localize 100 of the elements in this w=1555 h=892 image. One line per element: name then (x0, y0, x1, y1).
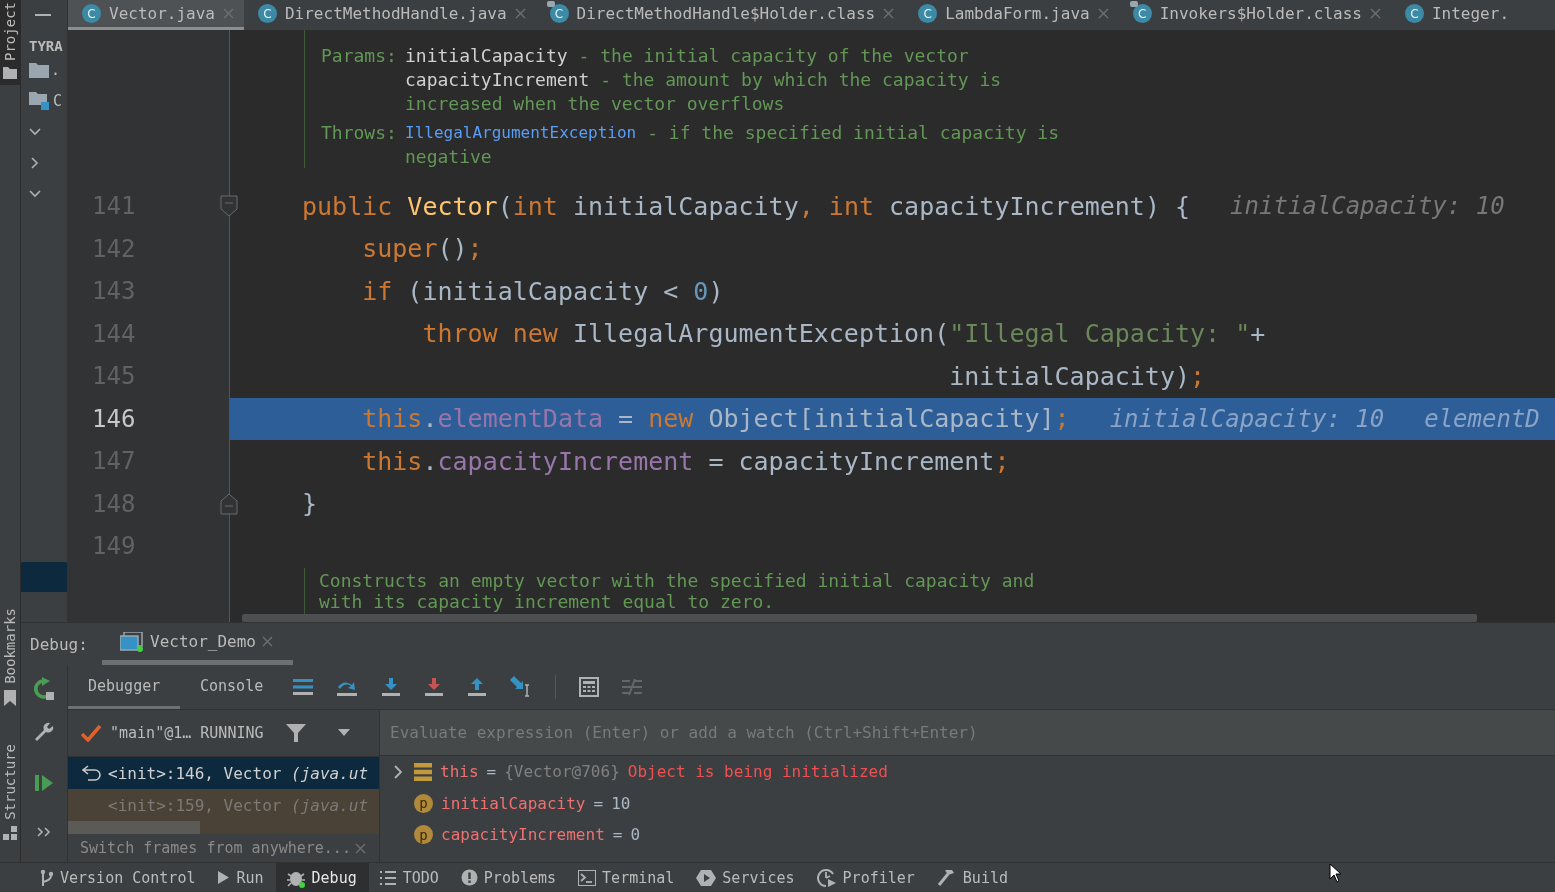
step-into-icon[interactable] (381, 677, 402, 697)
exception-link[interactable]: IllegalArgumentException (405, 121, 637, 145)
doc-tag: Throws: (321, 121, 405, 169)
code-line: this.capacityIncrement = capacityIncrement; (361, 446, 1010, 476)
tool-window-button[interactable]: Run (207, 863, 276, 892)
code-line: throw new IllegalArgumentException("Illegal Capacity: "+ (421, 319, 1266, 349)
scrollbar[interactable] (242, 614, 1477, 622)
variable-name: this (440, 762, 479, 782)
doc-text: with its capacity increment equal to zero. (319, 590, 775, 612)
tree-selection (21, 562, 67, 592)
tree-item[interactable]: . (51, 60, 61, 79)
hammer-icon (936, 868, 957, 887)
param-name: initialCapacity (405, 44, 568, 68)
code-line: } (302, 489, 318, 519)
structure-icon (3, 826, 17, 840)
run-icon (217, 870, 231, 885)
class-icon: C (1132, 4, 1152, 23)
editor-tab[interactable]: C DirectMethodHandle.java (243, 0, 536, 30)
param-name: capacityIncrement (405, 68, 590, 92)
editor-tab[interactable]: C Invokers$Holder.class (1118, 0, 1391, 30)
tool-window-tab[interactable]: Structure (0, 742, 20, 846)
project-name[interactable]: TYRA (21, 30, 67, 54)
resume-icon[interactable] (34, 773, 54, 793)
doc-text: - the initial capacity of the vector (578, 44, 969, 68)
folder-icon (3, 67, 17, 79)
inline-value-hint: elementD (1424, 404, 1540, 433)
doc-text: increased when the vector overflows (405, 92, 786, 116)
editor-tab[interactable]: C LambdaForm.java (904, 0, 1119, 30)
parameter-icon: p (414, 793, 433, 813)
scrollbar[interactable] (68, 821, 200, 834)
variable-note: Object is being initialized (627, 762, 888, 782)
rerun-icon[interactable] (32, 677, 56, 701)
variable-value: 0 (630, 825, 641, 845)
warning-icon (460, 869, 478, 886)
code-line: if (initialCapacity < 0) (361, 276, 724, 306)
tool-window-button[interactable]: Terminal (568, 863, 687, 892)
variable-value: {Vector@706} (504, 762, 620, 782)
inline-value-hint: initialCapacity: 10 (1109, 404, 1385, 433)
stack-frame[interactable]: <init>:146, Vector (java.ut (68, 757, 379, 789)
code-line: public Vector(int initialCapacity, int capacityIncrement) { (302, 191, 1191, 221)
object-icon (414, 762, 432, 781)
tool-window-button[interactable]: TODO (368, 863, 451, 892)
class-icon: C (918, 4, 938, 23)
more-icon[interactable] (37, 827, 51, 837)
tool-window-button[interactable]: Services (686, 863, 807, 892)
frames-menu-icon[interactable] (293, 678, 314, 696)
step-out-icon[interactable] (467, 677, 488, 697)
tool-window-button[interactable]: Profiler (806, 863, 927, 892)
check-icon (80, 724, 102, 742)
line-number: 146 (91, 403, 136, 435)
class-icon: C (1404, 4, 1424, 23)
tool-window-button[interactable]: Build (926, 863, 1020, 892)
variable-name: initialCapacity (441, 793, 586, 813)
doc-text: negative (405, 145, 493, 169)
tree-item[interactable]: C (53, 91, 63, 110)
filter-icon[interactable] (285, 723, 306, 743)
chevron-down-icon[interactable] (29, 187, 41, 200)
terminal-icon (578, 869, 597, 886)
calculator-icon[interactable] (579, 677, 600, 697)
editor-tab[interactable]: C DirectMethodHandle$Holder.class (535, 0, 905, 30)
panel-tab[interactable]: Console (180, 665, 284, 709)
chevron-down-icon[interactable] (29, 125, 41, 138)
force-step-into-icon[interactable] (424, 677, 445, 697)
variable-name: capacityIncrement (441, 825, 605, 845)
editor-tab[interactable]: C Integer. (1390, 0, 1519, 30)
mouse-cursor-icon (1329, 863, 1342, 883)
editor-tab[interactable]: C Vector.java (68, 0, 244, 30)
doc-text: Constructs an empty vector with the specified initial capacity and (319, 569, 1035, 591)
doc-text: - the amount by which the capacity is (600, 68, 1002, 92)
services-icon (696, 868, 717, 887)
branch-icon (40, 868, 54, 887)
session-tab[interactable]: Vector_Demo (102, 623, 293, 665)
module-icon (29, 90, 51, 111)
wrench-icon[interactable] (33, 721, 55, 743)
list-icon (378, 869, 397, 886)
code-line: initialCapacity); (948, 361, 1206, 391)
thread-selector[interactable]: "main"@1… RUNNING (110, 724, 264, 742)
code-line: super(); (361, 234, 483, 264)
panel-title: Debug: (29, 634, 89, 654)
tool-window-button[interactable]: Problems (450, 863, 569, 892)
doc-tag: Params: (321, 44, 405, 116)
folder-icon (29, 61, 49, 78)
window-icon (120, 631, 144, 652)
panel-tab[interactable]: Debugger (68, 665, 180, 709)
chevron-right-icon[interactable] (392, 764, 404, 779)
minimize-icon[interactable] (35, 13, 51, 17)
class-icon: C (549, 4, 569, 23)
tool-window-tab[interactable]: Project (0, 0, 20, 85)
tool-window-button[interactable]: Version Control (30, 863, 208, 892)
doc-text: - if the specified initial capacity is (647, 121, 1059, 145)
tool-window-button[interactable]: Debug (275, 863, 369, 892)
tool-window-tab[interactable]: Bookmarks (0, 606, 20, 713)
return-arrow-icon (82, 765, 102, 781)
frames-hint: Switch frames from anywhere... (80, 839, 351, 857)
inline-value-hint: initialCapacity: 10 (1230, 192, 1505, 221)
chevron-right-icon[interactable] (29, 156, 41, 169)
dropdown-icon[interactable] (337, 729, 350, 737)
class-icon: C (257, 4, 277, 23)
class-icon: C (82, 4, 101, 23)
equals-sign: = (612, 825, 623, 845)
